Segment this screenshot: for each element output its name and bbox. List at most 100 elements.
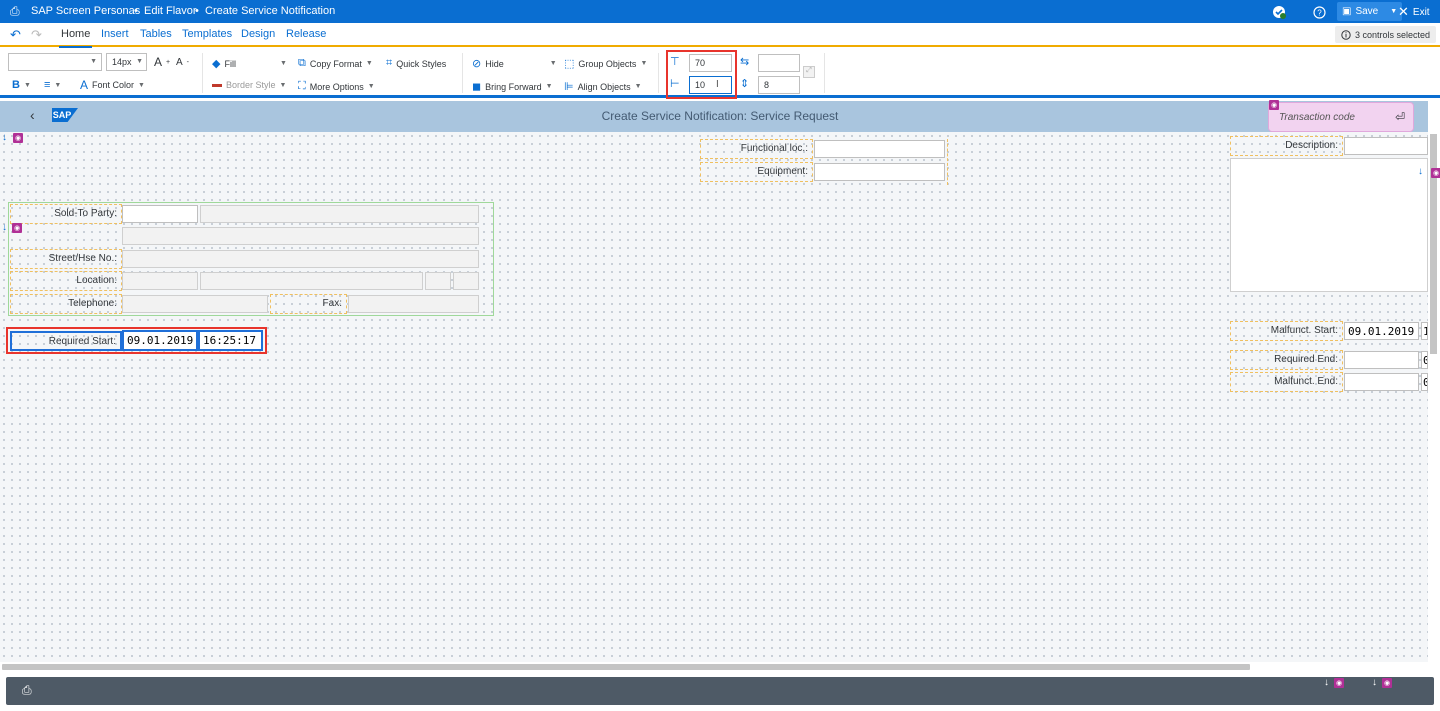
equipment-input[interactable] — [814, 163, 945, 181]
tab-design[interactable]: Design — [241, 28, 275, 40]
text-cursor-icon: I — [716, 79, 719, 90]
tab-release[interactable]: Release — [286, 28, 326, 40]
border-style-button[interactable]: Border Style ▼ — [212, 80, 286, 90]
malfunct-start-date-input[interactable]: 09.01.2019 — [1344, 322, 1419, 340]
required-end-date-input[interactable] — [1344, 351, 1419, 369]
more-options-button[interactable]: ⛶ More Options ▼ — [298, 80, 375, 93]
page-title: Create Service Notification: Service Req… — [601, 109, 839, 123]
functional-loc-input[interactable] — [814, 140, 945, 158]
font-size-value: 14px — [112, 57, 132, 67]
bring-forward-icon: ◼ — [472, 81, 482, 93]
bold-button[interactable]: B ▼ — [12, 79, 31, 91]
bring-forward-button[interactable]: ◼ Bring Forward ▼ — [472, 80, 553, 93]
redo-icon[interactable]: ↷ — [31, 27, 42, 43]
long-text-area[interactable] — [1230, 158, 1428, 292]
region-input — [453, 272, 479, 290]
tab-home[interactable]: Home — [58, 28, 93, 48]
align-objects-label: Align Objects — [577, 81, 631, 92]
tab-tables[interactable]: Tables — [140, 28, 172, 40]
visibility-eye-icon[interactable]: ◉ — [1269, 100, 1279, 110]
align-text-button[interactable]: ≡ ▼ — [44, 79, 61, 91]
visibility-eye-icon[interactable]: ◉ — [12, 223, 22, 233]
required-start-time-input[interactable]: 16:25:17 — [198, 330, 263, 351]
malfunct-start-time-input[interactable]: 1 — [1421, 322, 1428, 340]
functional-loc-label: Functional loc.: — [700, 139, 813, 159]
exit-button[interactable]: ✕ Exit — [1398, 4, 1430, 20]
tab-insert[interactable]: Insert — [101, 28, 129, 40]
horizontal-scrollbar[interactable] — [0, 662, 1428, 671]
sap-app-header: ‹ SAP Create Service Notification: Servi… — [0, 100, 1428, 132]
down-arrow-icon[interactable]: ↓ — [1372, 677, 1377, 688]
help-icon[interactable]: ? — [1313, 4, 1326, 20]
required-start-date-input[interactable]: 09.01.2019 — [122, 330, 198, 351]
quick-styles-button[interactable]: ⌗ Quick Styles — [386, 57, 446, 70]
fill-button[interactable]: ◆ Fill ▼ — [212, 57, 287, 70]
height-input[interactable]: 8 — [758, 76, 800, 94]
font-family-select[interactable]: ▼ — [8, 53, 102, 71]
hide-button[interactable]: ⊘ Hide ▼ — [472, 57, 557, 70]
font-color-button[interactable]: A Font Color ▼ — [80, 78, 145, 92]
top-position-input[interactable]: 70 — [689, 54, 732, 72]
quick-styles-label: Quick Styles — [396, 58, 447, 69]
shell-title-bar: ⎙ SAP Screen Personas • Edit Flavor • Cr… — [0, 0, 1440, 23]
malfunct-end-label: Malfunct. End: — [1230, 372, 1343, 392]
left-position-input[interactable]: 10 I — [689, 76, 732, 94]
save-icon: ▣ — [1342, 6, 1352, 17]
decrease-font-icon[interactable]: A- — [176, 57, 189, 68]
description-input[interactable] — [1344, 137, 1428, 155]
visibility-eye-icon[interactable]: ◉ — [1431, 168, 1440, 178]
footer-toolbar: ⎙ ↓ ◉ ↓ ◉ — [6, 677, 1434, 705]
enter-icon[interactable]: ⏎ — [1395, 110, 1405, 124]
border-style-icon — [212, 83, 222, 87]
copy-format-label: Copy Format — [309, 58, 362, 69]
location-label: Location: — [10, 271, 122, 291]
down-arrow-icon[interactable]: ↓ — [1324, 677, 1329, 688]
telephone-input — [122, 295, 268, 313]
personas-logo-icon[interactable]: ⎙ — [22, 683, 32, 698]
name-line-2 — [122, 227, 479, 245]
malfunct-end-time-input[interactable]: 0 — [1421, 373, 1428, 391]
malfunct-end-date-input[interactable] — [1344, 373, 1419, 391]
visibility-eye-icon[interactable]: ◉ — [1382, 678, 1392, 688]
postal-code-input — [122, 272, 198, 290]
vertical-scrollbar[interactable]: ◉ — [1428, 132, 1440, 662]
border-style-label: Border Style — [226, 80, 276, 90]
transaction-code-placeholder: Transaction code — [1279, 111, 1355, 123]
description-label: Description: — [1230, 136, 1343, 156]
save-button[interactable]: ▣ Save ▼ — [1337, 2, 1403, 21]
width-icon: ⇆ — [740, 56, 750, 68]
required-start-label[interactable]: Required Start: — [10, 331, 122, 351]
check-status-icon[interactable] — [1272, 4, 1286, 20]
visibility-eye-icon[interactable]: ◉ — [1334, 678, 1344, 688]
align-objects-button[interactable]: ⊫ Align Objects ▼ — [564, 80, 642, 93]
down-arrow-icon[interactable]: ↓ — [1418, 166, 1423, 177]
font-size-select[interactable]: 14px ▼ — [106, 53, 147, 71]
app-name: SAP Screen Personas — [31, 5, 141, 17]
lock-ratio-icon[interactable]: ⤢ — [803, 66, 815, 78]
transaction-code-field[interactable]: Transaction code ⏎ — [1268, 102, 1414, 132]
sold-to-party-name — [200, 205, 479, 223]
fax-input — [348, 295, 479, 313]
group-objects-icon: ⬚ — [564, 58, 575, 70]
tab-templates[interactable]: Templates — [182, 28, 232, 40]
down-arrow-icon[interactable]: ↓ — [2, 222, 7, 233]
ribbon-divider — [462, 53, 463, 93]
width-input[interactable] — [758, 54, 800, 72]
street-input — [122, 250, 479, 268]
quick-styles-icon: ⌗ — [386, 57, 393, 69]
vertical-scroll-thumb[interactable] — [1430, 134, 1437, 354]
increase-font-icon[interactable]: A + — [154, 55, 170, 69]
horizontal-scroll-thumb[interactable] — [2, 664, 1250, 670]
copy-format-button[interactable]: ⧉ Copy Format ▼ — [298, 57, 373, 70]
group-objects-button[interactable]: ⬚ Group Objects ▼ — [564, 57, 647, 70]
required-end-time-input[interactable]: 0 — [1421, 351, 1428, 369]
bring-forward-label: Bring Forward — [485, 81, 542, 92]
svg-text:?: ? — [1317, 8, 1322, 17]
down-arrow-icon[interactable]: ↓ — [2, 132, 7, 143]
visibility-eye-icon[interactable]: ◉ — [13, 133, 23, 143]
close-icon: ✕ — [1398, 4, 1409, 19]
align-objects-icon: ⊫ — [564, 81, 574, 93]
sold-to-party-input[interactable] — [122, 205, 198, 223]
undo-icon[interactable]: ↶ — [10, 27, 21, 43]
selection-count: 3 controls selected — [1354, 29, 1430, 40]
